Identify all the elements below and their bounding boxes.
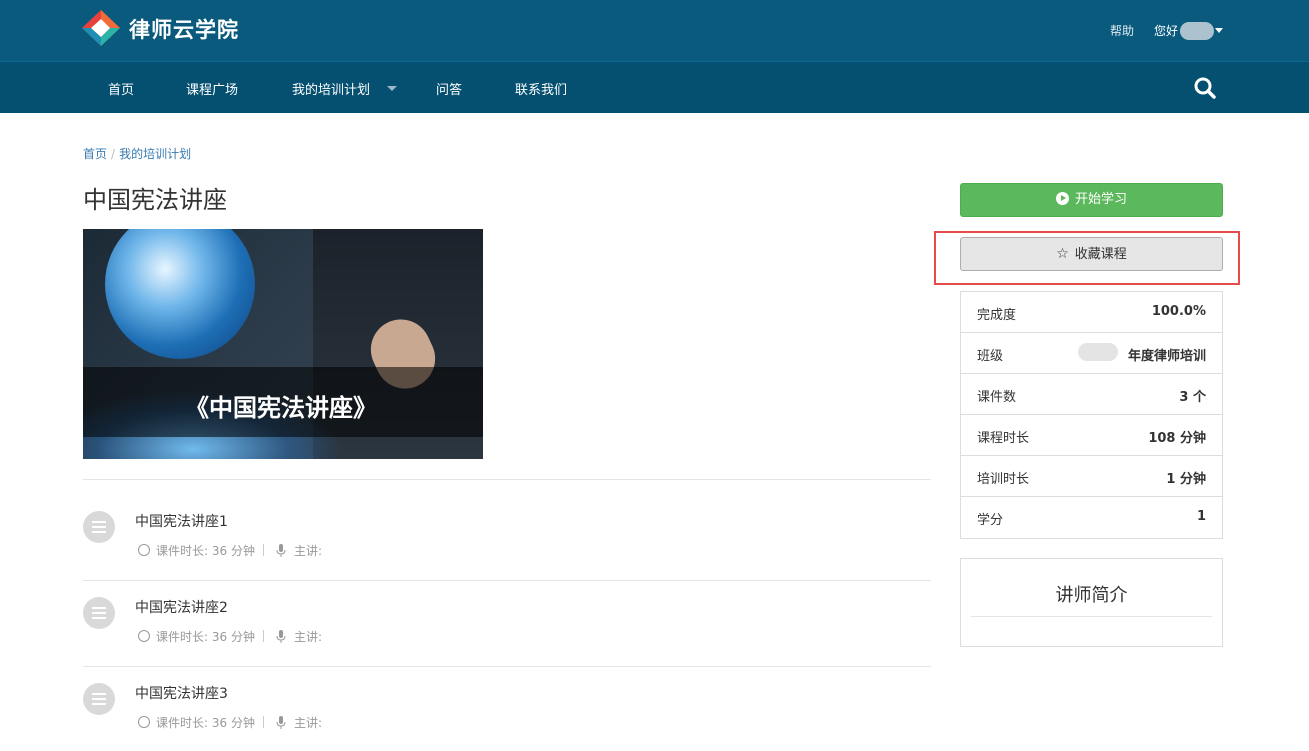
info-row-training-duration: 培训时长 1 分钟 (961, 456, 1222, 497)
info-label: 完成度 (977, 308, 1017, 323)
info-label: 学分 (977, 513, 1004, 528)
info-row-class: 班级 年度律师培训 (961, 333, 1222, 374)
star-icon: ☆ (1056, 246, 1069, 262)
favorite-button-label: 收藏课程 (1074, 247, 1127, 262)
info-value: 1 (1196, 509, 1206, 524)
microphone-icon (276, 716, 286, 729)
info-row-course-duration: 课程时长 108 分钟 (961, 415, 1222, 456)
clock-icon (138, 544, 150, 556)
lesson-title[interactable]: 中国宪法讲座1 (135, 511, 228, 531)
start-button-label: 开始学习 (1074, 192, 1127, 207)
lesson-duration: 课件时长: 36 分钟 (156, 716, 255, 730)
nav-item-contact[interactable]: 联系我们 (515, 79, 567, 98)
teacher-intro-panel: 讲师简介 (960, 558, 1223, 647)
page-title: 中国宪法讲座 (83, 186, 227, 214)
lesson-duration: 课件时长: 36 分钟 (156, 544, 255, 558)
brand-name[interactable]: 律师云学院 (129, 14, 239, 44)
globe-icon (105, 229, 255, 359)
breadcrumb-separator: / (111, 147, 116, 161)
info-label: 培训时长 (977, 472, 1030, 487)
lesson-title[interactable]: 中国宪法讲座2 (135, 597, 228, 617)
nav-item-course-square[interactable]: 课程广场 (186, 79, 238, 98)
main-nav: 首页 课程广场 我的培训计划 问答 联系我们 (0, 61, 1309, 113)
divider (83, 479, 931, 480)
top-header: 律师云学院 帮助 您好 (0, 0, 1309, 61)
info-value: 1 分钟 (1166, 472, 1206, 487)
info-row-credits: 学分 1 (961, 497, 1222, 538)
start-learning-button[interactable]: 开始学习 (960, 183, 1223, 217)
info-label: 班级 (977, 349, 1004, 364)
lesson-lecturer: 主讲: (293, 544, 322, 558)
nav-item-home[interactable]: 首页 (108, 79, 134, 98)
divider (83, 580, 931, 581)
info-value: 100.0% (1151, 304, 1206, 319)
lesson-meta: 课件时长: 36 分钟 主讲: (138, 542, 322, 559)
user-greeting[interactable]: 您好 (1154, 22, 1178, 39)
lesson-lecturer: 主讲: (293, 716, 322, 730)
lesson-meta: 课件时长: 36 分钟 主讲: (138, 628, 322, 645)
logo-icon[interactable] (82, 10, 120, 46)
search-icon[interactable] (1192, 75, 1218, 101)
list-icon (83, 597, 115, 629)
divider (971, 616, 1212, 617)
list-icon (83, 511, 115, 543)
help-link[interactable]: 帮助 (1110, 22, 1134, 39)
lesson-duration: 课件时长: 36 分钟 (156, 630, 255, 644)
info-label: 课程时长 (977, 431, 1030, 446)
banner-caption-text: 《中国宪法讲座》 (185, 393, 377, 422)
caret-down-icon[interactable] (387, 86, 397, 91)
nav-item-training-plan[interactable]: 我的培训计划 (292, 79, 370, 98)
divider (83, 666, 931, 667)
caret-down-icon[interactable] (1215, 28, 1223, 33)
course-banner-image: 《中国宪法讲座》 (83, 229, 483, 459)
lesson-meta: 课件时长: 36 分钟 主讲: (138, 714, 322, 731)
teacher-intro-title: 讲师简介 (1055, 585, 1128, 606)
info-label: 课件数 (977, 390, 1017, 405)
play-icon (1055, 192, 1069, 205)
breadcrumb-home[interactable]: 首页 (83, 147, 107, 161)
microphone-icon (276, 630, 286, 643)
class-name-redacted (1078, 343, 1118, 361)
breadcrumb: 首页 / 我的培训计划 (83, 145, 191, 162)
info-value: 108 分钟 (1148, 431, 1206, 446)
info-value: 3 个 (1179, 390, 1206, 405)
info-row-completion: 完成度 100.0% (961, 292, 1222, 333)
info-row-courseware-count: 课件数 3 个 (961, 374, 1222, 415)
clock-icon (138, 716, 150, 728)
course-info-table: 完成度 100.0% 班级 年度律师培训 课件数 3 个 课程时长 108 分钟… (960, 291, 1223, 539)
microphone-icon (276, 544, 286, 557)
lesson-lecturer: 主讲: (293, 630, 322, 644)
username-redacted (1180, 22, 1214, 40)
favorite-course-button[interactable]: ☆ 收藏课程 (960, 237, 1223, 271)
nav-item-qa[interactable]: 问答 (436, 79, 462, 98)
list-icon (83, 683, 115, 715)
breadcrumb-current[interactable]: 我的培训计划 (119, 147, 191, 161)
info-value: 年度律师培训 (1127, 349, 1206, 364)
lesson-title[interactable]: 中国宪法讲座3 (135, 683, 228, 703)
clock-icon (138, 630, 150, 642)
